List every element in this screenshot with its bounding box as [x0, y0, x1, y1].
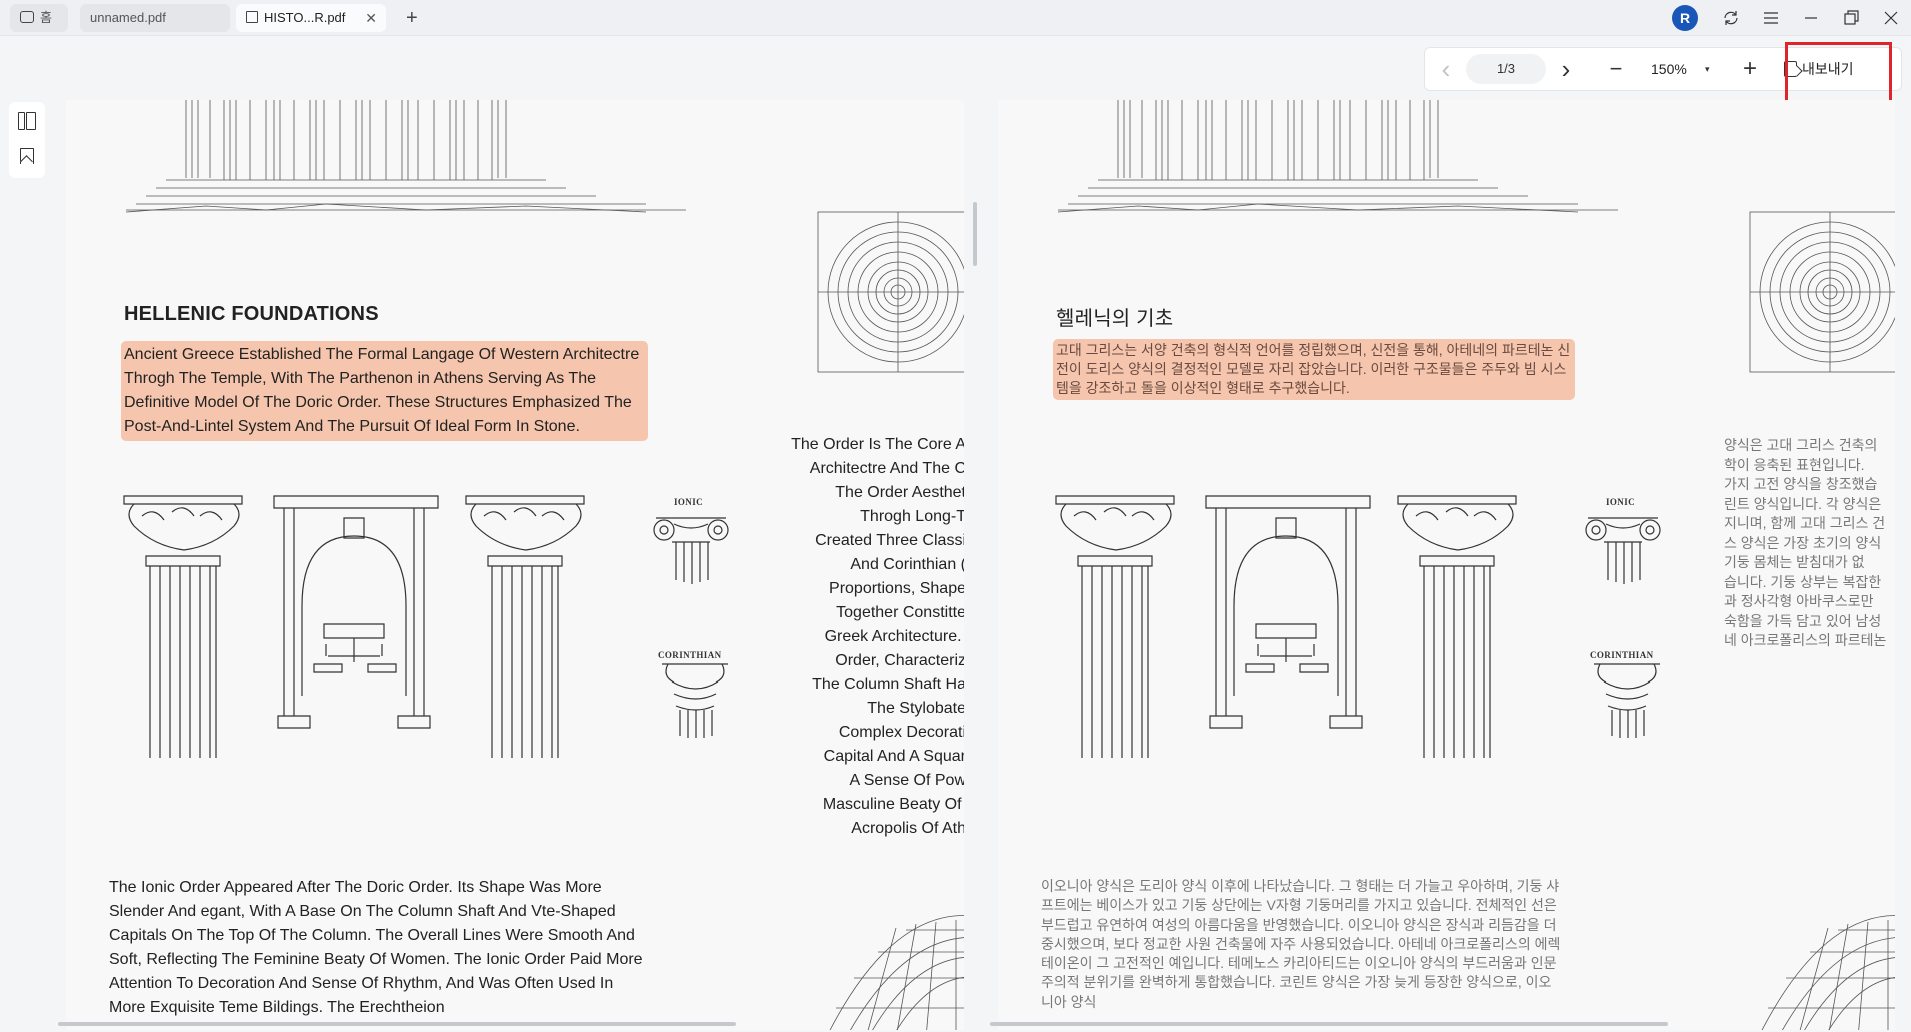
- temple-illustration: [125, 100, 686, 213]
- vertical-scrollbar[interactable]: [973, 202, 977, 266]
- tab-home[interactable]: 홈: [10, 4, 68, 32]
- tab-history-pdf[interactable]: HISTO...R.pdf ✕: [236, 4, 386, 32]
- side-rail: [9, 102, 45, 178]
- prev-page-button[interactable]: ‹: [1431, 48, 1461, 90]
- new-tab-button[interactable]: +: [406, 4, 418, 32]
- sync-icon[interactable]: [1718, 5, 1744, 31]
- columns-arch-illustration: [1055, 495, 1517, 758]
- ionic-label: IONIC: [1606, 497, 1636, 507]
- home-icon: [20, 11, 34, 23]
- bookmark-icon[interactable]: [18, 148, 36, 166]
- page-indicator[interactable]: 1/3: [1466, 54, 1546, 84]
- tab-unnamed-pdf[interactable]: unnamed.pdf: [80, 4, 230, 32]
- thumbnails-icon[interactable]: [18, 112, 36, 130]
- dome-illustration: [829, 915, 964, 1030]
- ionic-capital-illustration: [1585, 517, 1661, 584]
- menu-icon[interactable]: [1758, 5, 1784, 31]
- section-heading: 헬레닉의 기초: [1056, 308, 1174, 330]
- column-text[interactable]: The Order Is The Core A Architect​re And…: [666, 433, 964, 841]
- column-text[interactable]: 양식은 고대 그리스 건축의 학이 응축된 표현입니다. 가지 고전 양식을 창…: [1724, 436, 1895, 651]
- tab-home-label: 홈: [40, 10, 52, 25]
- pdf-icon: [246, 11, 258, 23]
- tab-label: unnamed.pdf: [90, 10, 166, 25]
- corinthian-capital-illustration: [1594, 663, 1660, 738]
- highlighted-paragraph[interactable]: Ancient Greece Established The Formal La…: [121, 341, 648, 441]
- zoom-out-button[interactable]: −: [1601, 48, 1631, 90]
- body-paragraph[interactable]: 이오니아 양식은 도리아 양식 이후에 나타났습니다. 그 형태는 더 가늘고 …: [1041, 877, 1563, 1012]
- concentric-circles-illustration: [817, 211, 964, 373]
- restore-icon[interactable]: [1838, 5, 1864, 31]
- zoom-level[interactable]: 150%: [1651, 48, 1687, 90]
- title-bar: 홈 unnamed.pdf HISTO...R.pdf ✕ + R: [0, 0, 1911, 36]
- page-translated: 헬레닉의 기초 고대 그리스는 서양 건축의 형식적 언어를 정립했으며, 신전…: [998, 100, 1895, 1030]
- concentric-circles-illustration: [1749, 211, 1895, 373]
- tab-label: HISTO...R.pdf: [264, 10, 346, 25]
- columns-arch-illustration: [123, 495, 585, 758]
- corinthian-label: CORINTHIAN: [1590, 650, 1654, 660]
- body-paragraph[interactable]: The Ionic Order Appeared After The Doric…: [109, 876, 644, 1020]
- close-tab-icon[interactable]: ✕: [365, 4, 377, 32]
- next-page-button[interactable]: ›: [1551, 48, 1581, 90]
- avatar[interactable]: R: [1672, 5, 1698, 31]
- zoom-in-button[interactable]: +: [1735, 48, 1765, 90]
- horizontal-scrollbar-right[interactable]: [990, 1022, 1668, 1026]
- horizontal-scrollbar-left[interactable]: [58, 1022, 736, 1026]
- zoom-dropdown-icon[interactable]: ▾: [1705, 48, 1710, 90]
- temple-illustration: [1057, 100, 1618, 213]
- close-icon[interactable]: [1878, 5, 1904, 31]
- minimize-icon[interactable]: [1798, 5, 1824, 31]
- dome-illustration: [1761, 915, 1895, 1030]
- section-heading: HELLENIC FOUNDATIONS: [124, 303, 379, 325]
- page-original: HELLENIC FOUNDATIONS Ancient Greece Esta…: [66, 100, 964, 1030]
- highlighted-paragraph[interactable]: 고대 그리스는 서양 건축의 형식적 언어를 정립했으며, 신전을 통해, 아테…: [1053, 339, 1575, 400]
